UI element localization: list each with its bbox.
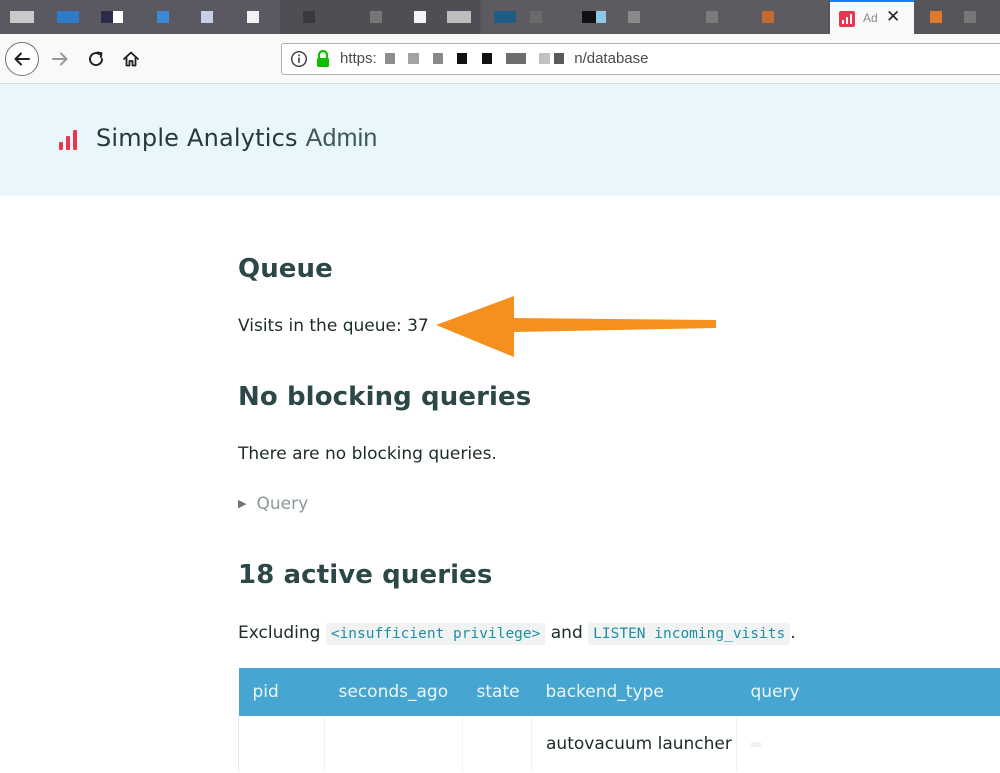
back-arrow-icon (14, 52, 30, 66)
queue-label: Visits in the queue: (238, 316, 402, 336)
queue-heading: Queue (238, 254, 333, 284)
forward-button[interactable] (44, 43, 76, 75)
column-header-seconds-ago[interactable]: seconds_ago (324, 668, 463, 716)
site-header: Simple Analytics Admin (0, 84, 1000, 196)
redacted-url-part (554, 53, 565, 64)
excluded-code-listen: LISTEN incoming_visits (588, 623, 791, 645)
excluding-prefix: Excluding (238, 623, 321, 643)
queue-count: 37 (407, 316, 429, 336)
tab-title: Ad (863, 11, 877, 25)
tab-favicon-icon (57, 11, 79, 23)
redacted-url-part (433, 53, 444, 64)
tab-favicon-icon (101, 11, 123, 23)
redacted-url-part (384, 53, 395, 64)
tab-favicon-icon (582, 11, 606, 23)
browser-navbar: https: n/database (0, 34, 1000, 84)
cell-seconds-ago (324, 716, 463, 772)
tab-favicon-icon (303, 11, 315, 23)
tab-favicon-icon (964, 11, 976, 23)
cell-backend-type: autovacuum launcher (531, 716, 737, 772)
table-row: autovacuum launcher (238, 716, 1000, 772)
disclosure-triangle-icon: ▶ (238, 497, 247, 510)
redacted-url-part (481, 53, 492, 64)
tab-favicon-icon (494, 11, 516, 23)
column-header-query[interactable]: query (736, 668, 1000, 716)
brand-name: Simple Analytics (96, 124, 298, 152)
table-header-row: pid seconds_ago state backend_type query (238, 668, 1000, 716)
cell-query (736, 716, 1000, 772)
active-queries-heading: 18 active queries (238, 560, 493, 590)
home-icon (123, 51, 139, 67)
lock-icon[interactable] (315, 49, 331, 69)
blocking-message: There are no blocking queries. (238, 444, 497, 464)
tab-favicon-icon (370, 11, 382, 23)
redacted-url-part (408, 53, 420, 64)
url-bar[interactable]: https: n/database (281, 43, 1000, 75)
excluding-conjunction: and (550, 623, 583, 643)
back-button[interactable] (5, 42, 39, 76)
browser-tab[interactable] (914, 0, 1000, 34)
simple-analytics-favicon-icon (839, 11, 855, 27)
column-header-backend-type[interactable]: backend_type (531, 668, 737, 716)
excluding-suffix: . (790, 623, 796, 643)
tab-favicon-icon (530, 11, 542, 23)
excluded-code-privilege: <insufficient privilege> (325, 623, 546, 645)
tab-favicon-icon (157, 11, 169, 23)
active-browser-tab[interactable]: Ad ✕ (830, 0, 914, 34)
excluding-note: Excluding <insufficient privilege> and L… (238, 623, 796, 645)
queue-status: Visits in the queue: 37 (238, 316, 429, 336)
bar-chart-icon[interactable] (59, 130, 81, 150)
cell-pid (238, 716, 325, 772)
url-scheme: https: (340, 50, 377, 67)
tab-favicon-icon (628, 11, 640, 23)
tab-favicon-icon (447, 11, 471, 23)
url-path: n/database (574, 50, 649, 67)
brand-suffix: Admin (305, 124, 378, 152)
blocking-queries-heading: No blocking queries (238, 382, 532, 412)
browser-tab-strip: Ad ✕ (0, 0, 1000, 34)
url-text[interactable]: https: n/database (340, 50, 648, 67)
tab-favicon-icon (706, 11, 718, 23)
tab-favicon-icon (10, 11, 34, 23)
reload-button[interactable] (80, 43, 112, 75)
tab-favicon-icon (762, 11, 774, 23)
site-info-icon[interactable] (290, 50, 308, 68)
column-header-state[interactable]: state (462, 668, 532, 716)
tab-favicon-icon (930, 11, 942, 23)
browser-tab[interactable] (0, 0, 280, 34)
redacted-url-part (505, 53, 526, 64)
query-details-label: Query (256, 494, 309, 514)
tab-favicon-icon (201, 11, 213, 23)
reload-icon (89, 51, 104, 67)
site-brand[interactable]: Simple Analytics Admin (96, 124, 377, 153)
redacted-url-part (538, 53, 550, 64)
active-queries-table: pid seconds_ago state backend_type query… (238, 668, 1000, 772)
forward-arrow-icon (52, 52, 68, 66)
annotation-arrow-shape (436, 296, 716, 357)
home-button[interactable] (115, 43, 147, 75)
cell-state (462, 716, 532, 772)
close-tab-icon[interactable]: ✕ (886, 7, 900, 27)
tab-favicon-icon (414, 11, 426, 23)
column-header-pid[interactable]: pid (238, 668, 325, 716)
query-details-toggle[interactable]: ▶ Query (238, 494, 308, 514)
empty-query-code (751, 741, 761, 747)
redacted-url-part (457, 53, 468, 64)
tab-favicon-icon (247, 11, 259, 23)
